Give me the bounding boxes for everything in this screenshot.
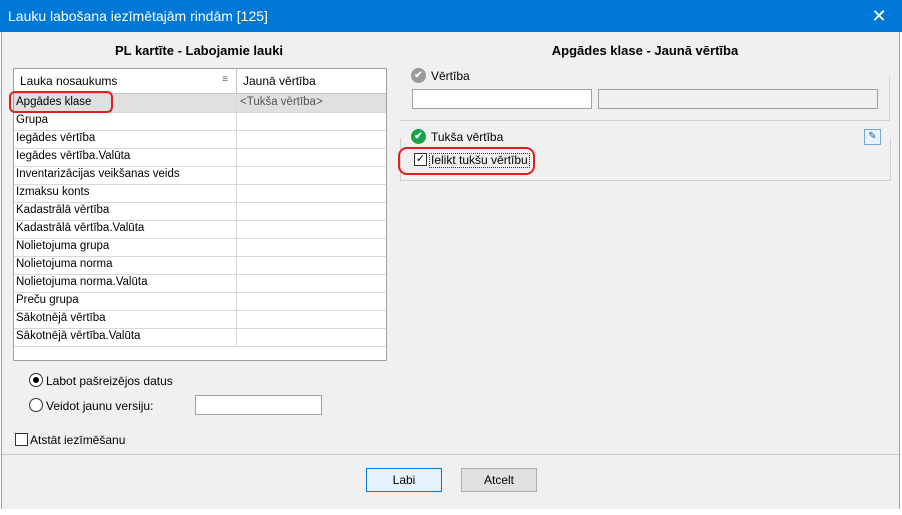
field-name-cell[interactable]: Grupa bbox=[14, 112, 237, 130]
field-name-text: Sākotnējā vērtība bbox=[16, 312, 106, 324]
left-panel-title: PL kartīte - Labojamie lauki bbox=[114, 43, 284, 58]
new-value-cell[interactable]: <Tukša vērtība> bbox=[237, 94, 386, 112]
close-icon[interactable]: ✕ bbox=[856, 0, 902, 32]
new-value-cell[interactable] bbox=[237, 202, 386, 220]
keep-selection-label: Atstāt iezīmēšanu bbox=[30, 433, 126, 447]
bottom-strip bbox=[0, 509, 902, 515]
field-name-text: Preču grupa bbox=[16, 294, 79, 306]
empty-value-checkbox[interactable]: ✓ bbox=[414, 153, 427, 166]
field-name-cell[interactable]: Sākotnējā vērtība.Valūta bbox=[14, 328, 237, 346]
new-value-cell[interactable] bbox=[237, 166, 386, 184]
field-name-cell[interactable]: Iegādes vērtība bbox=[14, 130, 237, 148]
table-row[interactable]: Nolietojuma norma.Valūta bbox=[14, 274, 386, 293]
value-check-icon: ✔ bbox=[411, 68, 426, 83]
field-name-text: Sākotnējā vērtība.Valūta bbox=[16, 330, 141, 342]
field-name-text: Grupa bbox=[16, 114, 48, 126]
column-header-new-value[interactable]: Jaunā vērtība bbox=[237, 69, 385, 93]
table-row[interactable]: Inventarizācijas veikšanas veids bbox=[14, 166, 386, 185]
table-row[interactable]: Iegādes vērtība bbox=[14, 130, 386, 149]
table-row[interactable]: Kadastrālā vērtība.Valūta bbox=[14, 220, 386, 239]
field-name-cell[interactable]: Kadastrālā vērtība bbox=[14, 202, 237, 220]
field-name-text: Nolietojuma norma bbox=[16, 258, 113, 270]
field-name-text: Nolietojuma grupa bbox=[16, 240, 110, 252]
radio-edit-current[interactable] bbox=[29, 373, 43, 387]
table-row[interactable]: Preču grupa bbox=[14, 292, 386, 311]
new-value-cell[interactable] bbox=[237, 148, 386, 166]
new-value-cell[interactable] bbox=[237, 328, 386, 346]
field-name-cell[interactable]: Iegādes vērtība.Valūta bbox=[14, 148, 237, 166]
new-value-cell[interactable] bbox=[237, 292, 386, 310]
field-name-text: Inventarizācijas veikšanas veids bbox=[16, 168, 180, 180]
field-name-text: Iegādes vērtība.Valūta bbox=[16, 150, 131, 162]
dialog-body: PL kartīte - Labojamie lauki Lauka nosau… bbox=[1, 32, 900, 510]
sort-icon: ≡ bbox=[222, 74, 228, 85]
field-name-cell[interactable]: Nolietojuma norma.Valūta bbox=[14, 274, 237, 292]
fields-grid[interactable]: Lauka nosaukums ≡ Jaunā vērtība Apgādes … bbox=[13, 68, 387, 361]
field-name-text: Izmaksu konts bbox=[16, 186, 90, 198]
field-name-cell[interactable]: Kadastrālā vērtība.Valūta bbox=[14, 220, 237, 238]
new-value-cell[interactable] bbox=[237, 184, 386, 202]
new-value-cell[interactable] bbox=[237, 112, 386, 130]
empty-value-checkbox-label: Ielikt tukšu vērtību bbox=[429, 153, 530, 168]
field-name-text: Kadastrālā vērtība.Valūta bbox=[16, 222, 145, 234]
field-name-text: Kadastrālā vērtība bbox=[16, 204, 110, 216]
right-panel-title: Apgādes klase - Jaunā vērtība bbox=[551, 43, 739, 58]
new-value-cell[interactable] bbox=[237, 130, 386, 148]
field-name-text: Apgādes klase bbox=[16, 96, 92, 108]
value-group-label: Vērtība bbox=[431, 69, 470, 83]
new-value-text: <Tukša vērtība> bbox=[240, 96, 323, 108]
field-name-cell[interactable]: Inventarizācijas veikšanas veids bbox=[14, 166, 237, 184]
radio-new-version[interactable] bbox=[29, 398, 43, 412]
table-row[interactable]: Nolietojuma grupa bbox=[14, 238, 386, 257]
table-row[interactable]: Iegādes vērtība.Valūta bbox=[14, 148, 386, 167]
column-header-field-name[interactable]: Lauka nosaukums ≡ bbox=[14, 69, 237, 93]
new-value-cell[interactable] bbox=[237, 310, 386, 328]
empty-check-icon: ✔ bbox=[411, 129, 426, 144]
radio-edit-current-label: Labot pašreizējos datus bbox=[46, 374, 173, 388]
column-header-field-name-label: Lauka nosaukums bbox=[20, 74, 118, 88]
radio-new-version-label: Veidot jaunu versiju: bbox=[46, 399, 154, 413]
field-name-cell[interactable]: Sākotnējā vērtība bbox=[14, 310, 237, 328]
column-header-new-value-label: Jaunā vērtība bbox=[243, 74, 316, 88]
table-row[interactable]: Apgādes klase <Tukša vērtība> bbox=[14, 94, 386, 113]
field-name-cell[interactable]: Apgādes klase bbox=[14, 94, 237, 112]
empty-group-label: Tukša vērtība bbox=[431, 130, 504, 144]
value-code-input[interactable] bbox=[412, 89, 592, 109]
field-name-cell[interactable]: Preču grupa bbox=[14, 292, 237, 310]
field-name-cell[interactable]: Nolietojuma grupa bbox=[14, 238, 237, 256]
field-name-cell[interactable]: Izmaksu konts bbox=[14, 184, 237, 202]
table-row[interactable]: Sākotnējā vērtība bbox=[14, 310, 386, 329]
eraser-icon[interactable]: ✎ bbox=[864, 129, 881, 145]
new-value-cell[interactable] bbox=[237, 274, 386, 292]
new-version-input[interactable] bbox=[195, 395, 322, 415]
window-title: Lauku labošana iezīmētajām rindām [125] bbox=[8, 8, 268, 24]
value-description-input bbox=[598, 89, 878, 109]
title-bar: Lauku labošana iezīmētajām rindām [125] … bbox=[0, 0, 902, 32]
field-name-text: Iegādes vērtība bbox=[16, 132, 96, 144]
cancel-button[interactable]: Atcelt bbox=[461, 468, 537, 492]
ok-button[interactable]: Labi bbox=[366, 468, 442, 492]
footer: Labi Atcelt bbox=[2, 454, 899, 510]
table-row[interactable]: Kadastrālā vērtība bbox=[14, 202, 386, 221]
keep-selection-checkbox[interactable] bbox=[15, 433, 28, 446]
table-row[interactable]: Nolietojuma norma bbox=[14, 256, 386, 275]
field-name-cell[interactable]: Nolietojuma norma bbox=[14, 256, 237, 274]
new-value-cell[interactable] bbox=[237, 256, 386, 274]
new-value-cell[interactable] bbox=[237, 238, 386, 256]
new-value-cell[interactable] bbox=[237, 220, 386, 238]
grid-header: Lauka nosaukums ≡ Jaunā vērtība bbox=[14, 69, 386, 94]
table-row[interactable]: Grupa bbox=[14, 112, 386, 131]
table-row[interactable]: Izmaksu konts bbox=[14, 184, 386, 203]
table-row[interactable]: Sākotnējā vērtība.Valūta bbox=[14, 328, 386, 347]
field-name-text: Nolietojuma norma.Valūta bbox=[16, 276, 148, 288]
